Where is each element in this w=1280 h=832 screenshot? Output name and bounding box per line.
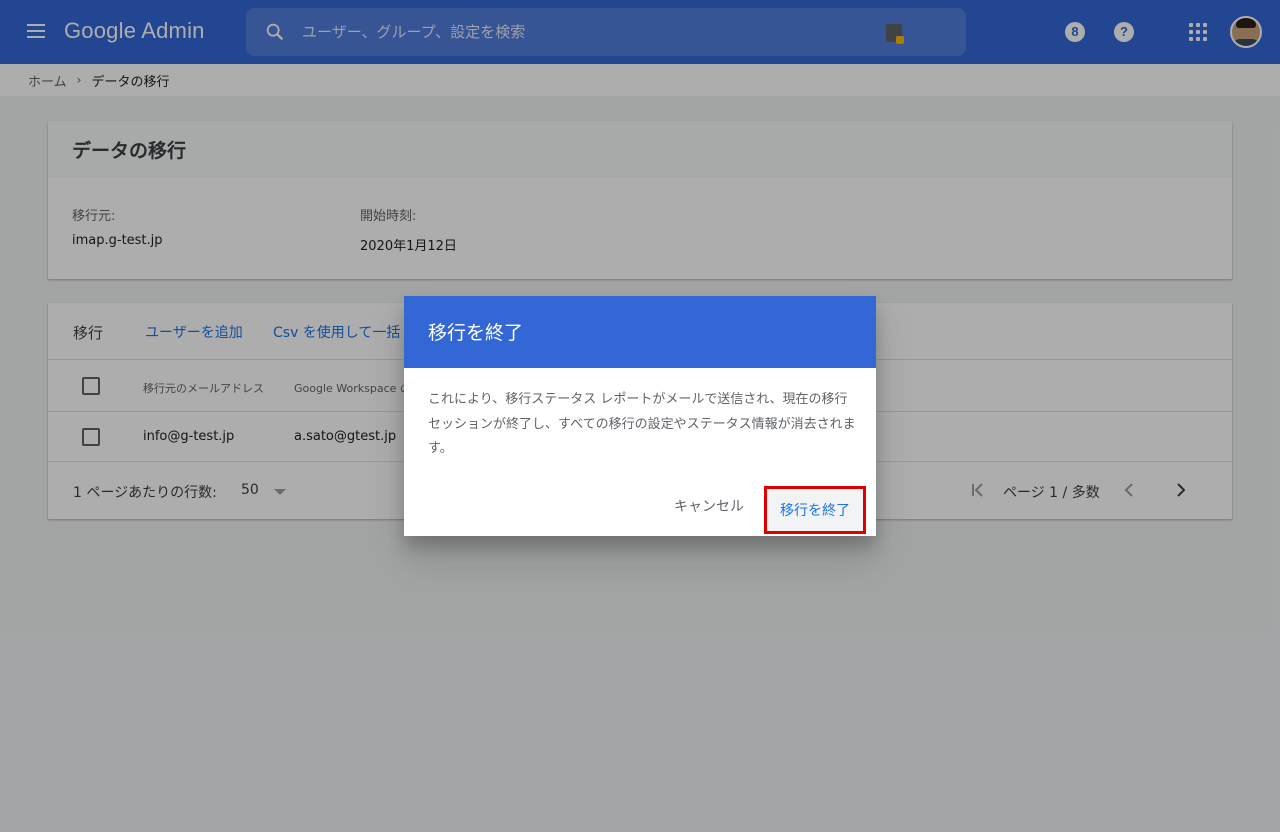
dialog-title: 移行を終了 (428, 322, 524, 344)
dialog-header: 移行を終了 (404, 296, 876, 368)
cancel-button[interactable]: キャンセル (674, 496, 744, 516)
end-migration-button[interactable]: 移行を終了 (764, 486, 866, 534)
end-migration-dialog: 移行を終了 これにより、移行ステータス レポートがメールで送信され、現在の移行セ… (404, 296, 876, 536)
dialog-message: これにより、移行ステータス レポートがメールで送信され、現在の移行セッションが終… (428, 392, 856, 456)
